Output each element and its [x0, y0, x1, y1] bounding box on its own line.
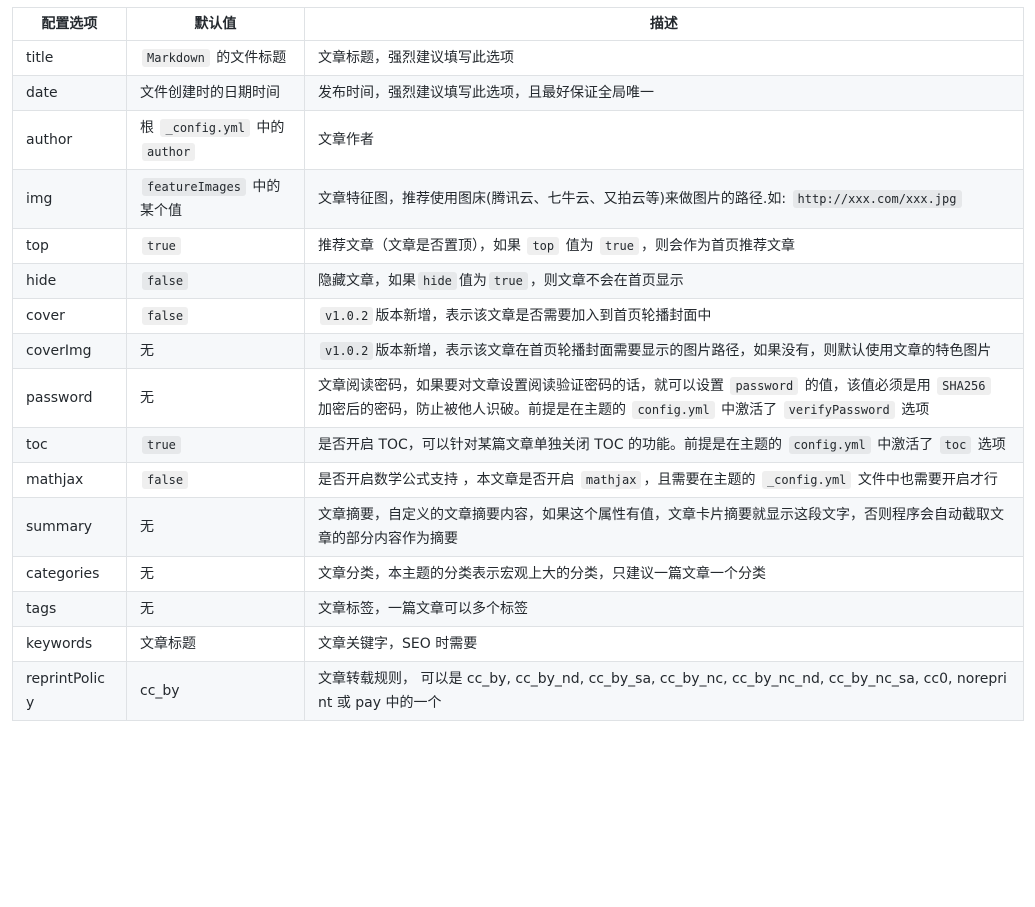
default-value-cell: Markdown 的文件标题 — [126, 40, 305, 76]
config-table-container: 配置选项 默认值 描述 title Markdown 的文件标题 文章标题，强烈建议… — [12, 7, 1024, 721]
option-name-cell: keywords — [12, 626, 127, 662]
description-cell: 发布时间，强烈建议填写此选项，且最好保证全局唯一 — [304, 75, 1024, 111]
header-default: 默认值 — [126, 7, 305, 41]
option-name-cell: title — [12, 40, 127, 76]
inline-code: author — [142, 143, 196, 161]
table-row: coverImg 无 v1.0.2 版本新增，表示该文章在首页轮播封面需要显示的图片路… — [12, 333, 1024, 369]
description-cell: 隐藏文章，如果 hide 值为 true ，则文章不会在首页显示 — [304, 263, 1024, 299]
option-name-cell: date — [12, 75, 127, 111]
option-name-cell: hide — [12, 263, 127, 299]
inline-code: v1.0.2 — [320, 342, 374, 360]
option-name-cell: author — [12, 110, 127, 170]
option-name-cell: toc — [12, 427, 127, 463]
default-value-cell: true — [126, 427, 305, 463]
option-name-cell: cover — [12, 298, 127, 334]
inline-code: top — [527, 237, 560, 255]
inline-code: featureImages — [142, 178, 246, 196]
inline-code: true — [488, 272, 528, 290]
description-cell: 文章转载规则， 可以是 cc_by, cc_by_nd, cc_by_sa, c… — [304, 661, 1024, 721]
inline-code: hide — [418, 272, 457, 290]
option-name-cell: coverImg — [12, 333, 127, 369]
default-value-cell: 无 — [126, 591, 305, 627]
description-cell: 文章阅读密码，如果要对文章设置阅读验证密码的话，就可以设置 password 的… — [304, 368, 1024, 428]
table-row: tags 无文章标签，一篇文章可以多个标签 — [12, 591, 1024, 627]
inline-code: v1.0.2 — [320, 307, 374, 325]
inline-code: toc — [939, 436, 972, 454]
table-row: author 根 _config.yml 中的 author 文章作者 — [12, 110, 1024, 170]
table-row: date 文件创建时的日期时间 发布时间，强烈建议填写此选项，且最好保证全局唯一 — [12, 75, 1024, 111]
inline-code: http://xxx.com/xxx.jpg — [792, 190, 962, 208]
table-row: categories 无文章分类，本主题的分类表示宏观上大的分类，只建议一篇文章一… — [12, 556, 1024, 592]
default-value-cell: false — [126, 462, 305, 498]
default-value-cell: false — [126, 298, 305, 334]
description-cell: 文章作者 — [304, 110, 1024, 170]
inline-code: _config.yml — [761, 471, 852, 489]
description-cell: 文章摘要，自定义的文章摘要内容，如果这个属性有值，文章卡片摘要就显示这段文字，否… — [304, 497, 1024, 557]
option-name-cell: mathjax — [12, 462, 127, 498]
description-cell: 是否开启 TOC，可以针对某篇文章单独关闭 TOC 的功能。前提是在主题的 co… — [304, 427, 1024, 463]
description-cell: 文章标题，强烈建议填写此选项 — [304, 40, 1024, 76]
inline-code: Markdown — [142, 49, 210, 67]
default-value-cell: 文章标题 — [126, 626, 305, 662]
header-option: 配置选项 — [12, 7, 127, 41]
table-row: mathjax false 是否开启数学公式支持 ，本文章是否开启 mathjax，… — [12, 462, 1024, 498]
default-value-cell: false — [126, 263, 305, 299]
table-row: hide false 隐藏文章，如果 hide 值为 true ，则文章不会在首页显示 — [12, 263, 1024, 299]
default-value-cell: 无 — [126, 368, 305, 428]
option-name-cell: top — [12, 228, 127, 264]
table-header-row: 配置选项 默认值 描述 — [12, 7, 1024, 41]
inline-code: config.yml — [632, 401, 715, 419]
table-row: top true 推荐文章（文章是否置顶），如果 top 值为 true ，则会作为首… — [12, 228, 1024, 264]
description-cell: 文章特征图，推荐使用图床(腾讯云、七牛云、又拍云等)来做图片的路径.如: htt… — [304, 169, 1024, 229]
inline-code: SHA256 — [937, 377, 991, 395]
default-value-cell: featureImages 中的某个值 — [126, 169, 305, 229]
inline-code: false — [142, 307, 189, 325]
table-row: summary 无文章摘要，自定义的文章摘要内容，如果这个属性有值，文章卡片摘要就… — [12, 497, 1024, 557]
inline-code: config.yml — [788, 436, 871, 454]
description-cell: 文章标签，一篇文章可以多个标签 — [304, 591, 1024, 627]
config-options-table: 配置选项 默认值 描述 title Markdown 的文件标题 文章标题，强烈建议… — [12, 7, 1024, 721]
inline-code: mathjax — [580, 471, 642, 489]
option-name-cell: summary — [12, 497, 127, 557]
inline-code: password — [730, 377, 799, 395]
header-description: 描述 — [304, 7, 1024, 41]
option-name-cell: reprintPolicy — [12, 661, 127, 721]
description-cell: 推荐文章（文章是否置顶），如果 top 值为 true ，则会作为首页推荐文章 — [304, 228, 1024, 264]
description-cell: 是否开启数学公式支持 ，本文章是否开启 mathjax ，且需要在主题的 _con… — [304, 462, 1024, 498]
default-value-cell: 无 — [126, 333, 305, 369]
default-value-cell: true — [126, 228, 305, 264]
table-row: cover false v1.0.2 版本新增，表示该文章是否需要加入到首页轮播封面中 — [12, 298, 1024, 334]
inline-code: true — [142, 436, 181, 454]
inline-code: false — [142, 272, 189, 290]
default-value-cell: 文件创建时的日期时间 — [126, 75, 305, 111]
description-cell: 文章关键字，SEO 时需要 — [304, 626, 1024, 662]
inline-code: verifyPassword — [783, 401, 895, 419]
default-value-cell: cc_by — [126, 661, 305, 721]
inline-code: false — [142, 471, 189, 489]
table-row: img featureImages 中的某个值 文章特征图，推荐使用图床(腾讯云、七… — [12, 169, 1024, 229]
table-row: password 无文章阅读密码，如果要对文章设置阅读验证密码的话，就可以设置 p… — [12, 368, 1024, 428]
option-name-cell: tags — [12, 591, 127, 627]
description-cell: 文章分类，本主题的分类表示宏观上大的分类，只建议一篇文章一个分类 — [304, 556, 1024, 592]
table-body: title Markdown 的文件标题 文章标题，强烈建议填写此选项 date 文件创… — [12, 40, 1024, 721]
default-value-cell: 根 _config.yml 中的 author — [126, 110, 305, 170]
table-row: keywords 文章标题 文章关键字，SEO 时需要 — [12, 626, 1024, 662]
option-name-cell: categories — [12, 556, 127, 592]
option-name-cell: password — [12, 368, 127, 428]
table-row: toc true 是否开启 TOC，可以针对某篇文章单独关闭 TOC 的功能。前提是… — [12, 427, 1024, 463]
inline-code: true — [142, 237, 181, 255]
inline-code: true — [600, 237, 639, 255]
default-value-cell: 无 — [126, 556, 305, 592]
default-value-cell: 无 — [126, 497, 305, 557]
option-name-cell: img — [12, 169, 127, 229]
description-cell: v1.0.2 版本新增，表示该文章在首页轮播封面需要显示的图片路径，如果没有，则默… — [304, 333, 1024, 369]
inline-code: _config.yml — [160, 119, 250, 137]
table-row: title Markdown 的文件标题 文章标题，强烈建议填写此选项 — [12, 40, 1024, 76]
description-cell: v1.0.2 版本新增，表示该文章是否需要加入到首页轮播封面中 — [304, 298, 1024, 334]
table-row: reprintPolicy cc_by 文章转载规则， 可以是 cc_by, cc_… — [12, 661, 1024, 721]
